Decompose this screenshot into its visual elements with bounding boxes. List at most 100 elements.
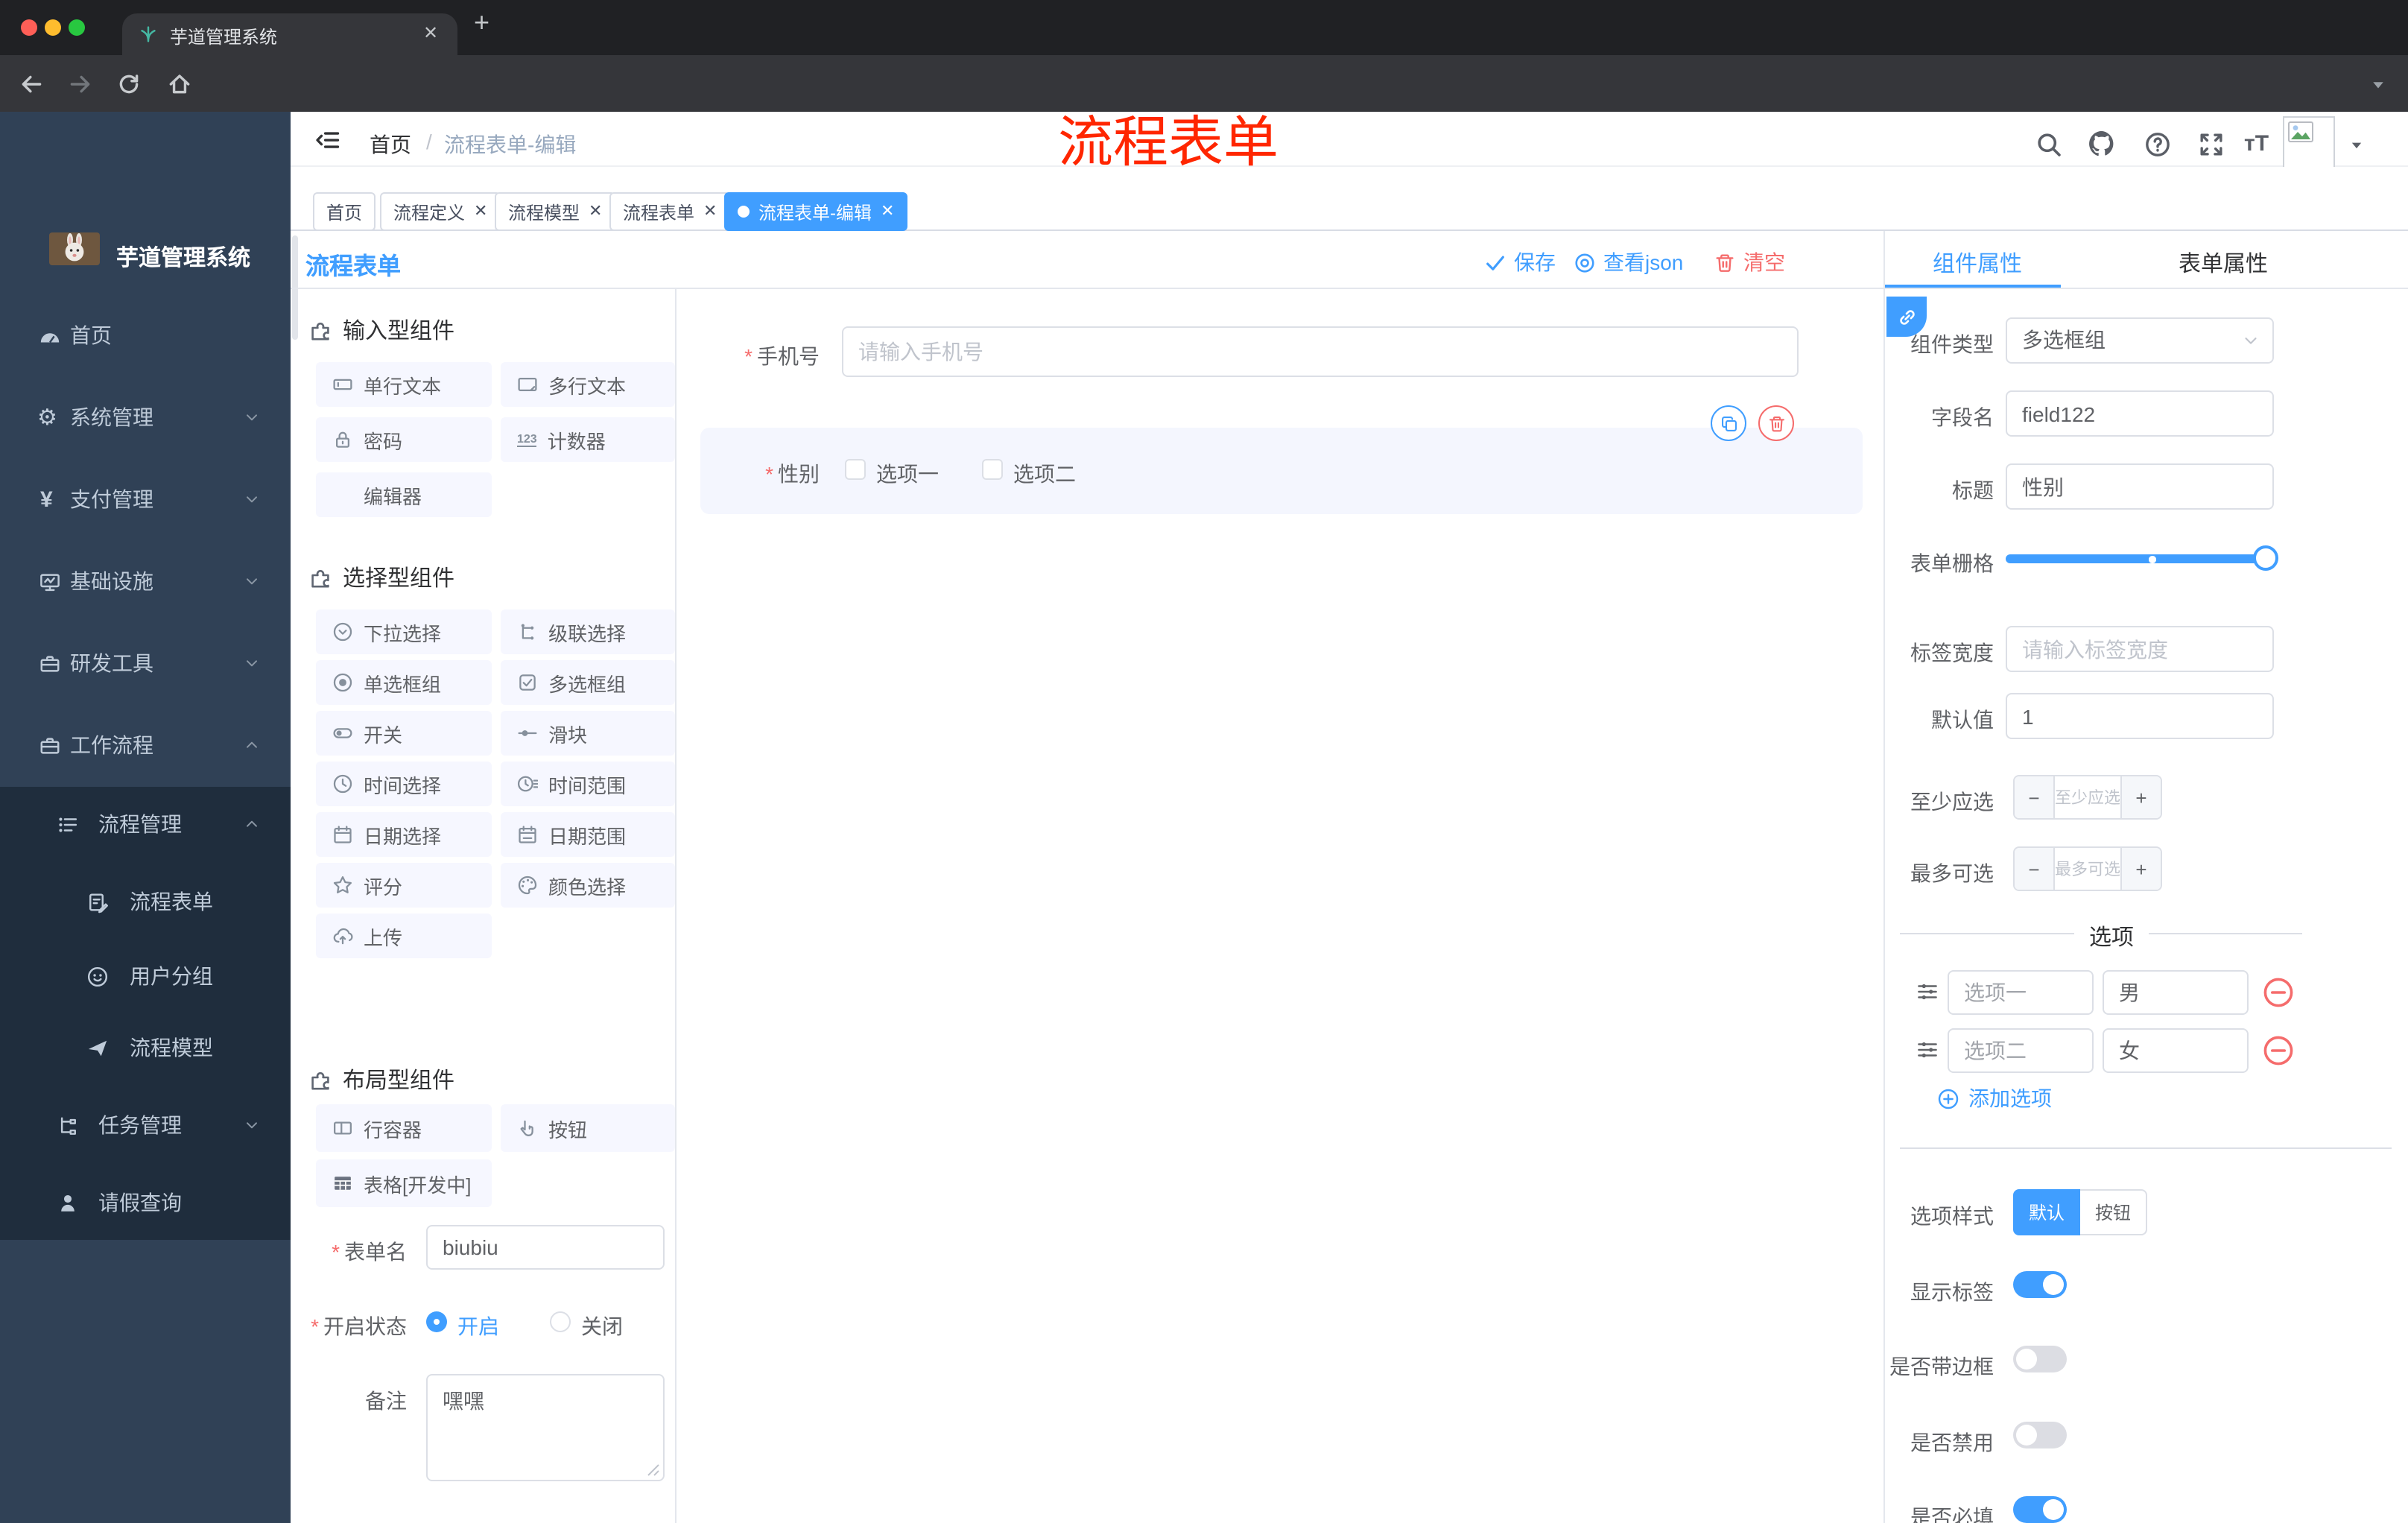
gender-option2-label[interactable]: 选项二: [1013, 459, 1076, 489]
tag-home[interactable]: 首页: [313, 192, 376, 231]
tag-process-form[interactable]: 流程表单 ✕: [609, 192, 731, 231]
title-input[interactable]: [2006, 463, 2274, 510]
border-toggle[interactable]: [2013, 1346, 2067, 1372]
sidebar-fold-icon[interactable]: [314, 127, 341, 153]
palette-item-select[interactable]: 下拉选择: [316, 609, 492, 654]
macos-zoom-button[interactable]: [69, 19, 85, 36]
style-button-button[interactable]: 按钮: [2080, 1189, 2147, 1235]
component-type-select[interactable]: 多选框组: [2006, 317, 2274, 364]
palette-item-date-picker[interactable]: 日期选择: [316, 812, 492, 857]
browser-tab[interactable]: 芋道管理系统 ✕: [122, 13, 457, 55]
help-icon[interactable]: [2144, 131, 2171, 158]
browser-dropdown-caret-icon[interactable]: [2369, 76, 2387, 94]
slider-handle[interactable]: [2253, 545, 2278, 571]
search-icon[interactable]: [2035, 131, 2062, 158]
resize-handle-icon[interactable]: [647, 1463, 660, 1477]
status-radio-off[interactable]: [550, 1311, 571, 1332]
macos-close-button[interactable]: [21, 19, 37, 36]
drag-option-icon[interactable]: [1916, 1039, 1939, 1061]
default-value-input[interactable]: [2006, 693, 2274, 739]
forward-icon[interactable]: [67, 72, 92, 97]
sidebar-item-leave-query[interactable]: 请假查询: [0, 1165, 291, 1240]
breadcrumb-home[interactable]: 首页: [370, 130, 411, 159]
copy-component-button[interactable]: [1711, 405, 1746, 441]
stepper-increase-button[interactable]: +: [2120, 776, 2161, 818]
remove-option-icon[interactable]: [2262, 1034, 2295, 1067]
close-tag-icon[interactable]: ✕: [703, 203, 717, 220]
tag-process-form-edit[interactable]: 流程表单-编辑 ✕: [724, 192, 908, 231]
back-icon[interactable]: [19, 72, 45, 97]
palette-item-switch[interactable]: 开关: [316, 711, 492, 756]
sidebar-item-devtools[interactable]: 研发工具: [0, 626, 291, 700]
sidebar-item-home[interactable]: 首页: [0, 298, 291, 373]
github-icon[interactable]: [2088, 130, 2116, 158]
palette-item-table[interactable]: 表格[开发中]: [316, 1159, 492, 1207]
form-name-input[interactable]: [426, 1225, 665, 1270]
palette-item-editor[interactable]: 编辑器: [316, 472, 492, 517]
sidebar-item-payment[interactable]: ¥ 支付管理: [0, 462, 291, 536]
palette-item-time-range[interactable]: 时间范围: [501, 762, 675, 806]
sidebar-item-process-model[interactable]: 流程模型: [0, 1010, 291, 1085]
close-tag-icon[interactable]: ✕: [589, 203, 602, 220]
sidebar-item-workflow[interactable]: 工作流程: [0, 708, 291, 782]
palette-item-cascader[interactable]: 级联选择: [501, 609, 675, 654]
stepper-decrease-button[interactable]: −: [2015, 776, 2055, 818]
tag-process-model[interactable]: 流程模型 ✕: [495, 192, 616, 231]
tag-process-definition[interactable]: 流程定义 ✕: [380, 192, 501, 231]
palette-item-password[interactable]: 密码: [316, 417, 492, 462]
style-default-button[interactable]: 默认: [2013, 1189, 2080, 1235]
reload-icon[interactable]: [116, 72, 142, 97]
delete-component-button[interactable]: [1758, 405, 1794, 441]
clear-button[interactable]: 清空: [1714, 247, 1785, 277]
phone-input[interactable]: [842, 326, 1799, 377]
sidebar-item-process-management[interactable]: 流程管理: [0, 787, 291, 861]
status-off-label[interactable]: 关闭: [581, 1311, 623, 1341]
tab-component-props[interactable]: 组件属性: [1933, 247, 2022, 279]
option2-value-input[interactable]: [2103, 1028, 2249, 1073]
palette-item-upload[interactable]: 上传: [316, 914, 492, 958]
option1-label-input[interactable]: [1948, 970, 2094, 1015]
palette-item-checkbox-group[interactable]: 多选框组: [501, 660, 675, 705]
palette-item-single-text[interactable]: 单行文本: [316, 362, 492, 407]
avatar[interactable]: [2283, 116, 2335, 168]
palette-item-slider[interactable]: 滑块: [501, 711, 675, 756]
palette-item-counter[interactable]: 123 计数器: [501, 417, 675, 462]
palette-item-multi-text[interactable]: 多行文本: [501, 362, 675, 407]
gender-option1-checkbox[interactable]: [845, 459, 866, 480]
field-name-input[interactable]: [2006, 390, 2274, 437]
stepper-increase-button[interactable]: +: [2120, 848, 2161, 890]
view-json-button[interactable]: 查看json: [1574, 247, 1683, 277]
disabled-toggle[interactable]: [2013, 1422, 2067, 1448]
new-tab-button[interactable]: +: [474, 9, 489, 36]
remark-textarea[interactable]: 嘿嘿: [426, 1374, 665, 1481]
sidebar-item-process-form[interactable]: 流程表单: [0, 864, 291, 939]
label-width-input[interactable]: [2006, 626, 2274, 672]
close-tab-icon[interactable]: ✕: [423, 22, 438, 43]
save-button[interactable]: 保存: [1484, 247, 1556, 277]
palette-item-time-picker[interactable]: 时间选择: [316, 762, 492, 806]
palette-item-color-picker[interactable]: 颜色选择: [501, 863, 675, 908]
sidebar-item-infrastructure[interactable]: 基础设施: [0, 544, 291, 618]
sidebar-item-system[interactable]: ⚙ 系统管理: [0, 380, 291, 455]
home-icon[interactable]: [167, 72, 192, 97]
palette-item-radio-group[interactable]: 单选框组: [316, 660, 492, 705]
status-on-label[interactable]: 开启: [457, 1311, 499, 1341]
gender-option1-label[interactable]: 选项一: [876, 459, 939, 489]
add-option-link[interactable]: 添加选项: [1937, 1083, 2052, 1113]
required-toggle[interactable]: [2013, 1496, 2067, 1523]
drag-option-icon[interactable]: [1916, 981, 1939, 1003]
macos-minimize-button[interactable]: [45, 19, 61, 36]
sidebar-item-task-management[interactable]: 任务管理: [0, 1088, 291, 1162]
gender-option2-checkbox[interactable]: [982, 459, 1003, 480]
show-label-toggle[interactable]: [2013, 1271, 2067, 1298]
status-radio-on[interactable]: [426, 1311, 447, 1332]
palette-item-row-container[interactable]: 行容器: [316, 1104, 492, 1152]
fullscreen-icon[interactable]: [2198, 131, 2225, 158]
stepper-decrease-button[interactable]: −: [2015, 848, 2055, 890]
remove-option-icon[interactable]: [2262, 976, 2295, 1009]
palette-item-rate[interactable]: 评分: [316, 863, 492, 908]
close-tag-icon[interactable]: ✕: [881, 203, 894, 220]
palette-item-date-range[interactable]: 日期范围: [501, 812, 675, 857]
grid-slider[interactable]: [2006, 545, 2278, 571]
close-tag-icon[interactable]: ✕: [474, 203, 487, 220]
